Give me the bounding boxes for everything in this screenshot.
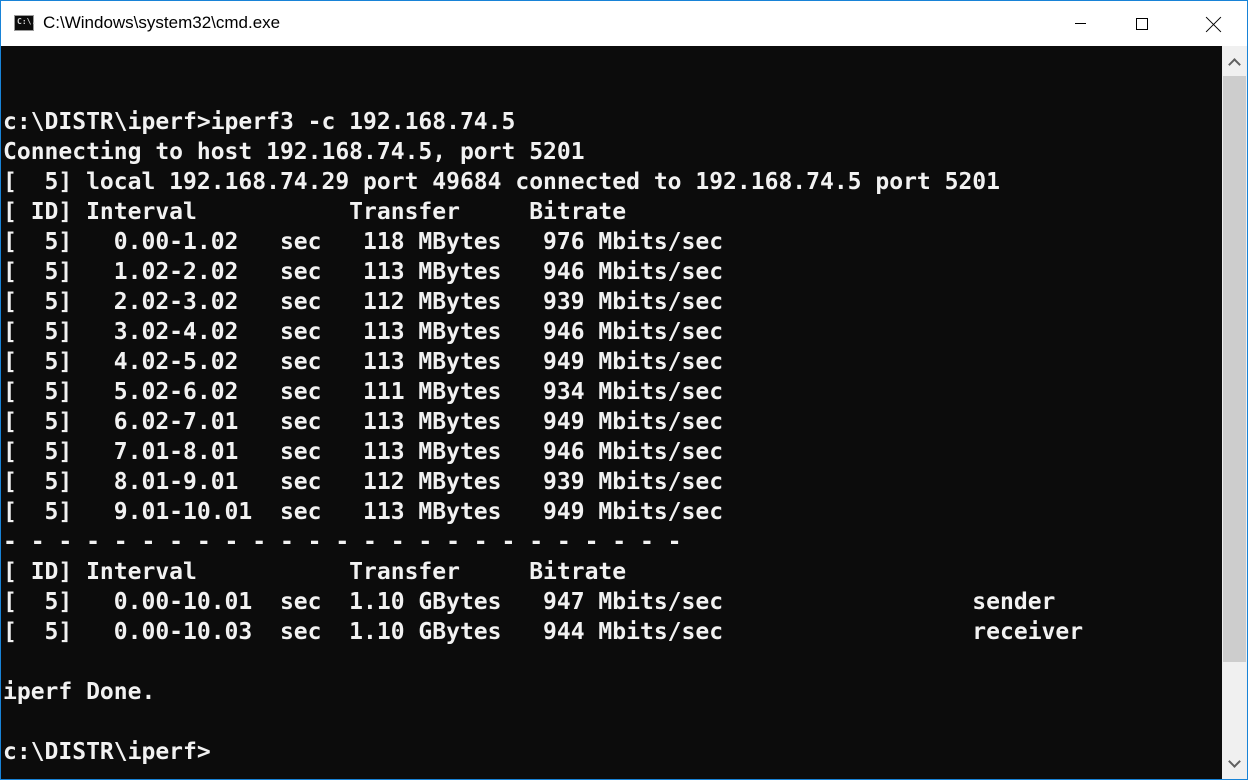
console-line: [ ID] Interval Transfer Bitrate	[3, 559, 627, 585]
cmd-icon-glyph: C:\.	[17, 17, 37, 26]
console-text: c:\DISTR\iperf>iperf3 -c 192.168.74.5 Con…	[3, 77, 1083, 767]
console-output[interactable]: c:\DISTR\iperf>iperf3 -c 192.168.74.5 Con…	[1, 46, 1222, 779]
console-line: - - - - - - - - - - - - - - - - - - - - …	[3, 529, 682, 555]
window-title: C:\Windows\system32\cmd.exe	[43, 13, 281, 32]
maximize-button[interactable]	[1119, 1, 1165, 46]
console-line: [ 5] 0.00-10.01 sec 1.10 GBytes 947 Mbit…	[3, 589, 1056, 615]
console-line: [ 5] 5.02-6.02 sec 111 MBytes 934 Mbits/…	[3, 379, 724, 405]
chevron-up-icon	[1228, 57, 1241, 71]
console-line: [ 5] 1.02-2.02 sec 113 MBytes 946 Mbits/…	[3, 259, 724, 285]
cmd-window: C:\. C:\Windows\system32\cmd.exe c:\DIST…	[0, 0, 1248, 780]
console-line: [ 5] 4.02-5.02 sec 113 MBytes 949 Mbits/…	[3, 349, 724, 375]
console-line: [ 5] local 192.168.74.29 port 49684 conn…	[3, 169, 1000, 195]
console-line: Connecting to host 192.168.74.5, port 52…	[3, 139, 585, 165]
title-bar[interactable]: C:\. C:\Windows\system32\cmd.exe	[1, 1, 1247, 46]
cmd-icon[interactable]: C:\.	[14, 15, 37, 31]
chevron-down-icon	[1228, 754, 1241, 768]
minimize-button[interactable]	[1057, 1, 1103, 46]
maximize-icon	[1136, 17, 1148, 30]
scroll-up-button[interactable]	[1222, 48, 1247, 76]
vertical-scrollbar[interactable]	[1222, 46, 1247, 779]
console-line: c:\DISTR\iperf>iperf3 -c 192.168.74.5	[3, 109, 516, 135]
console-line: [ 5] 0.00-10.03 sec 1.10 GBytes 944 Mbit…	[3, 619, 1084, 645]
console-line: [ 5] 2.02-3.02 sec 112 MBytes 939 Mbits/…	[3, 289, 724, 315]
console-line: [ 5] 8.01-9.01 sec 112 MBytes 939 Mbits/…	[3, 469, 724, 495]
console-line: [ ID] Interval Transfer Bitrate	[3, 199, 627, 225]
console-line: iperf Done.	[3, 679, 156, 705]
console-line: [ 5] 3.02-4.02 sec 113 MBytes 946 Mbits/…	[3, 319, 724, 345]
close-icon	[1206, 16, 1222, 32]
scroll-down-button[interactable]	[1222, 749, 1247, 777]
console-line: [ 5] 0.00-1.02 sec 118 MBytes 976 Mbits/…	[3, 229, 724, 255]
console-line: [ 5] 6.02-7.01 sec 113 MBytes 949 Mbits/…	[3, 409, 724, 435]
console-line: [ 5] 9.01-10.01 sec 113 MBytes 949 Mbits…	[3, 499, 724, 525]
close-button[interactable]	[1191, 1, 1237, 46]
scrollbar-thumb[interactable]	[1223, 76, 1246, 662]
minimize-icon	[1074, 23, 1086, 24]
console-line: [ 5] 7.01-8.01 sec 113 MBytes 946 Mbits/…	[3, 439, 724, 465]
console-line: c:\DISTR\iperf>	[3, 739, 211, 765]
